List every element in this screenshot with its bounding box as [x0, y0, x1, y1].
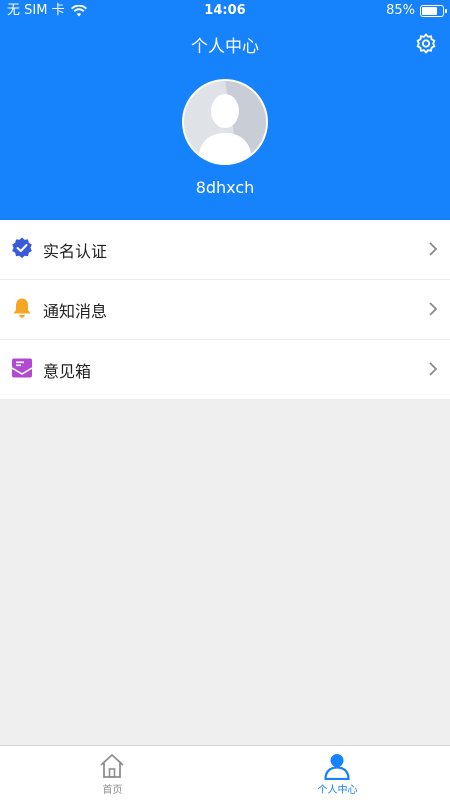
menu-item-real-name-verification[interactable]: 实名认证 [0, 220, 450, 280]
chevron-right-icon [429, 362, 438, 376]
profile-header: 无 SIM 卡 14:06 85% 个人中心 8dhxch [0, 0, 450, 220]
menu-item-feedback-box[interactable]: 意见箱 [0, 340, 450, 399]
verified-badge-icon [12, 237, 32, 259]
menu-item-label: 实名认证 [43, 242, 108, 261]
bell-icon [13, 298, 31, 318]
menu-item-label: 通知消息 [43, 302, 108, 321]
status-bar: 无 SIM 卡 14:06 85% [0, 0, 450, 22]
menu-item-notifications[interactable]: 通知消息 [0, 280, 450, 340]
tab-label: 首页 [102, 785, 123, 796]
chevron-right-icon [429, 242, 438, 256]
battery-fill [422, 7, 438, 15]
menu-list: 实名认证 通知消息 意见箱 [0, 220, 450, 399]
chevron-right-icon [429, 302, 438, 316]
menu-item-label: 意见箱 [43, 362, 92, 381]
status-right: 85% [386, 0, 447, 22]
avatar[interactable] [182, 79, 268, 165]
tab-profile[interactable]: 个人中心 [225, 746, 450, 800]
home-icon [100, 754, 124, 778]
page-title: 个人中心 [191, 37, 259, 57]
battery-icon [420, 5, 447, 17]
bottom-tab-bar: 首页 个人中心 [0, 745, 450, 800]
title-bar: 个人中心 [0, 28, 450, 62]
person-icon [324, 754, 350, 780]
battery-percent: 85% [386, 3, 415, 18]
mailbox-icon [11, 358, 33, 378]
profile-screen: 无 SIM 卡 14:06 85% 个人中心 8dhxch 实名认证 通知消息 … [0, 0, 450, 800]
tab-home[interactable]: 首页 [0, 746, 225, 800]
clock-time: 14:06 [204, 3, 246, 18]
tab-label: 个人中心 [317, 785, 358, 796]
gear-icon[interactable] [414, 32, 438, 56]
default-avatar-icon [184, 81, 266, 163]
username: 8dhxch [195, 178, 255, 197]
